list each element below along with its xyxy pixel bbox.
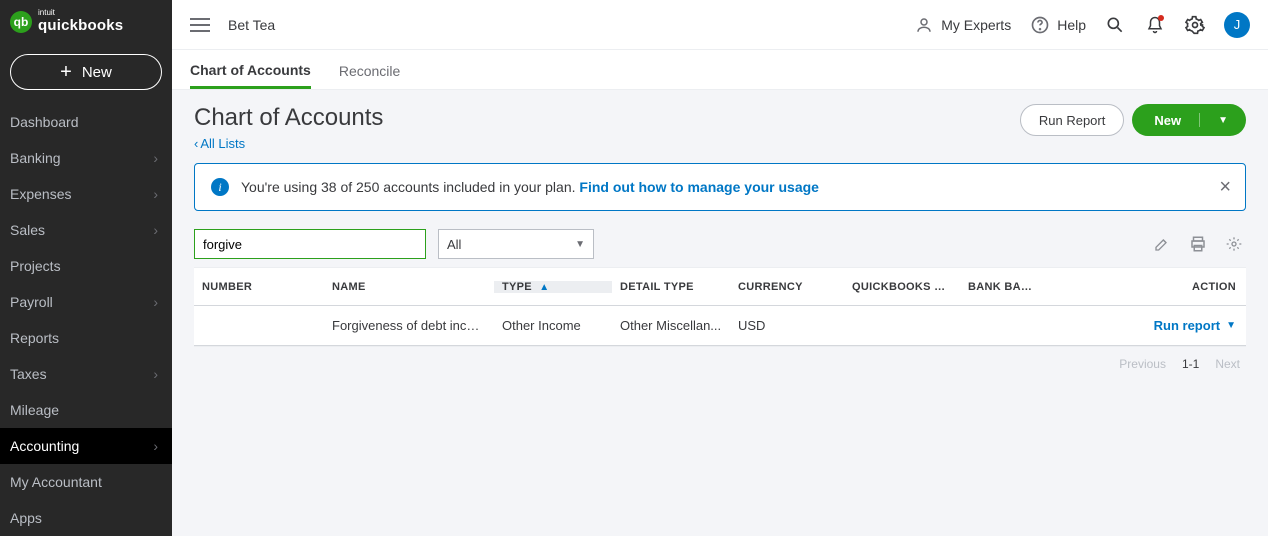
filter-select-value: All [447, 237, 461, 252]
help-icon [1029, 14, 1051, 36]
sidebar-item-my-accountant[interactable]: My Accountant [0, 464, 172, 500]
sidebar-item-label: Projects [10, 258, 61, 274]
th-bank-balance[interactable]: BANK BALANCE [960, 281, 1046, 293]
logo-small-text: intuit [38, 9, 123, 17]
filter-select[interactable]: All ▼ [438, 229, 594, 259]
run-report-button[interactable]: Run Report [1020, 104, 1124, 136]
cell-currency: USD [730, 318, 844, 333]
th-qb-balance[interactable]: QUICKBOOKS BALANCE [844, 281, 960, 293]
breadcrumb-back[interactable]: ‹ All Lists [194, 136, 383, 151]
search-icon[interactable] [1104, 14, 1126, 36]
th-type[interactable]: TYPE ▲ [494, 281, 612, 293]
info-banner: i You're using 38 of 250 accounts includ… [194, 163, 1246, 211]
logo-mark-icon: qb [10, 11, 32, 33]
sidebar-item-label: Sales [10, 222, 45, 238]
th-name[interactable]: NAME [324, 281, 494, 293]
sidebar-item-banking[interactable]: Banking › [0, 140, 172, 176]
th-type-label: TYPE [502, 281, 532, 293]
logo-text: quickbooks [38, 17, 123, 34]
topbar: Bet Tea My Experts Help [172, 0, 1268, 50]
cell-type: Other Income [494, 318, 612, 333]
close-icon[interactable]: × [1219, 176, 1231, 199]
accounts-table: NUMBER NAME TYPE ▲ DETAIL TYPE CURRENCY … [194, 267, 1246, 347]
edit-icon[interactable] [1150, 232, 1174, 256]
pager-previous[interactable]: Previous [1119, 357, 1166, 371]
new-account-button[interactable]: New ▼ [1132, 104, 1246, 136]
sort-asc-icon: ▲ [539, 282, 549, 293]
help-button[interactable]: Help [1029, 14, 1086, 36]
chevron-right-icon: › [153, 366, 158, 382]
info-icon: i [211, 178, 229, 196]
new-button[interactable]: + New [10, 54, 162, 90]
nav-list: Dashboard Banking › Expenses › Sales › Projects… [0, 104, 172, 536]
cell-action: Run report ▼ [1046, 318, 1246, 333]
cell-name: Forgiveness of debt income [324, 318, 494, 333]
sidebar-item-taxes[interactable]: Taxes › [0, 356, 172, 392]
chevron-down-icon: ▼ [575, 239, 585, 250]
sidebar-item-label: My Accountant [10, 474, 102, 490]
breadcrumb-label: All Lists [200, 136, 245, 151]
sidebar-item-apps[interactable]: Apps [0, 500, 172, 536]
sidebar-item-label: Dashboard [10, 114, 79, 130]
dropdown-caret-icon: ▼ [1218, 115, 1228, 126]
sidebar-item-label: Reports [10, 330, 59, 346]
table-settings-icon[interactable] [1222, 232, 1246, 256]
cell-detail: Other Miscellan... [612, 318, 730, 333]
notifications-icon[interactable] [1144, 14, 1166, 36]
avatar[interactable]: J [1224, 12, 1250, 38]
sidebar-item-label: Mileage [10, 402, 59, 418]
help-label: Help [1057, 17, 1086, 33]
sidebar-item-label: Apps [10, 510, 42, 526]
th-detail[interactable]: DETAIL TYPE [612, 281, 730, 293]
table-row[interactable]: Forgiveness of debt incomeOther IncomeOt… [194, 306, 1246, 346]
sidebar-item-label: Accounting [10, 438, 79, 454]
sidebar-item-label: Expenses [10, 186, 71, 202]
sidebar-item-label: Payroll [10, 294, 53, 310]
info-banner-link[interactable]: Find out how to manage your usage [579, 179, 819, 195]
row-run-report[interactable]: Run report ▼ [1154, 318, 1236, 333]
logo: qb intuit quickbooks [0, 0, 172, 44]
sidebar-item-mileage[interactable]: Mileage [0, 392, 172, 428]
th-currency[interactable]: CURRENCY [730, 281, 844, 293]
hamburger-icon[interactable] [190, 18, 210, 32]
sidebar-item-label: Taxes [10, 366, 47, 382]
company-name: Bet Tea [228, 17, 275, 33]
my-experts-label: My Experts [941, 17, 1011, 33]
sidebar-item-accounting[interactable]: Accounting › [0, 428, 172, 464]
dropdown-caret-icon: ▼ [1226, 320, 1236, 331]
info-banner-text: You're using 38 of 250 accounts included… [241, 179, 579, 195]
print-icon[interactable] [1186, 232, 1210, 256]
chevron-right-icon: › [153, 186, 158, 202]
sidebar-item-expenses[interactable]: Expenses › [0, 176, 172, 212]
pager: Previous 1-1 Next [194, 347, 1246, 381]
chevron-right-icon: › [153, 438, 158, 454]
tab-reconcile[interactable]: Reconcile [339, 63, 400, 89]
pager-next[interactable]: Next [1215, 357, 1240, 371]
chevron-right-icon: › [153, 222, 158, 238]
my-experts-button[interactable]: My Experts [913, 14, 1011, 36]
sidebar-item-payroll[interactable]: Payroll › [0, 284, 172, 320]
sidebar-item-sales[interactable]: Sales › [0, 212, 172, 248]
chevron-left-icon: ‹ [194, 136, 198, 151]
sidebar-item-label: Banking [10, 150, 61, 166]
table-header: NUMBER NAME TYPE ▲ DETAIL TYPE CURRENCY … [194, 268, 1246, 306]
sidebar-item-projects[interactable]: Projects [0, 248, 172, 284]
settings-icon[interactable] [1184, 14, 1206, 36]
chevron-right-icon: › [153, 294, 158, 310]
tab-chart-of-accounts[interactable]: Chart of Accounts [190, 62, 311, 89]
person-icon [913, 14, 935, 36]
th-action: ACTION [1046, 281, 1246, 293]
th-number[interactable]: NUMBER [194, 281, 324, 293]
page-title: Chart of Accounts [194, 104, 383, 132]
sidebar-item-dashboard[interactable]: Dashboard [0, 104, 172, 140]
pager-range: 1-1 [1182, 357, 1199, 371]
chevron-right-icon: › [153, 150, 158, 166]
content: Chart of Accounts ‹ All Lists Run Report… [172, 90, 1268, 536]
new-account-button-label: New [1154, 113, 1181, 128]
search-input[interactable] [194, 229, 426, 259]
sidebar-item-reports[interactable]: Reports [0, 320, 172, 356]
new-button-label: New [82, 64, 112, 81]
sidebar: qb intuit quickbooks + New Dashboard Bank… [0, 0, 172, 536]
tabs: Chart of Accounts Reconcile [172, 50, 1268, 90]
